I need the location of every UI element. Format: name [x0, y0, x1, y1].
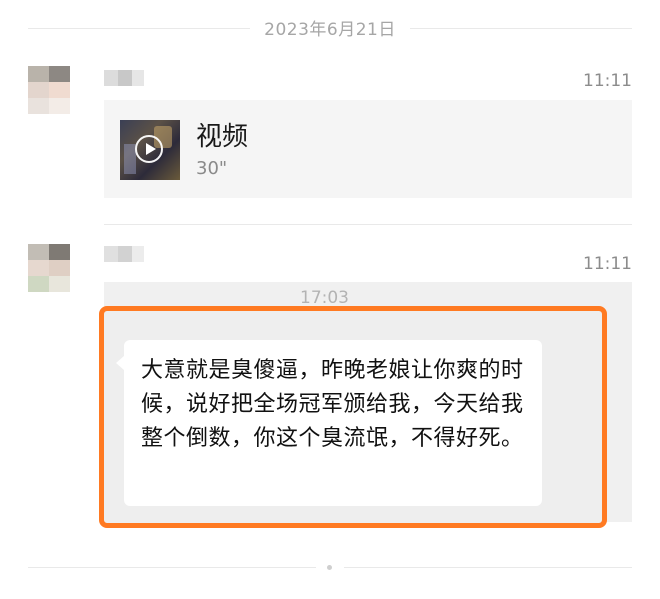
quoted-message-time: 17:03 — [300, 288, 349, 308]
message-divider — [104, 224, 632, 225]
bottom-divider-right — [344, 567, 632, 568]
avatar[interactable] — [28, 244, 70, 292]
video-duration: 30" — [196, 158, 228, 179]
message-time: 11:11 — [583, 254, 632, 274]
date-separator: 2023年6月21日 — [264, 20, 396, 40]
bottom-divider-left — [28, 567, 316, 568]
play-circle-icon — [135, 135, 163, 163]
sender-name-blurred — [104, 246, 144, 262]
sender-name-blurred — [104, 70, 144, 86]
avatar[interactable] — [28, 66, 70, 114]
bottom-dot — [327, 565, 332, 570]
chat-bubble-text: 大意就是臭傻逼，昨晚老娘让你爽的时候，说好把全场冠军颁给我，今天给我整个倒数，你… — [141, 358, 524, 451]
video-title: 视频 — [196, 122, 249, 152]
message-time: 11:11 — [583, 71, 632, 91]
chat-bubble[interactable]: 大意就是臭傻逼，昨晚老娘让你爽的时候，说好把全场冠军颁给我，今天给我整个倒数，你… — [116, 340, 542, 506]
video-thumbnail[interactable] — [120, 120, 180, 180]
video-message-card[interactable]: 视频 30" — [104, 100, 632, 198]
